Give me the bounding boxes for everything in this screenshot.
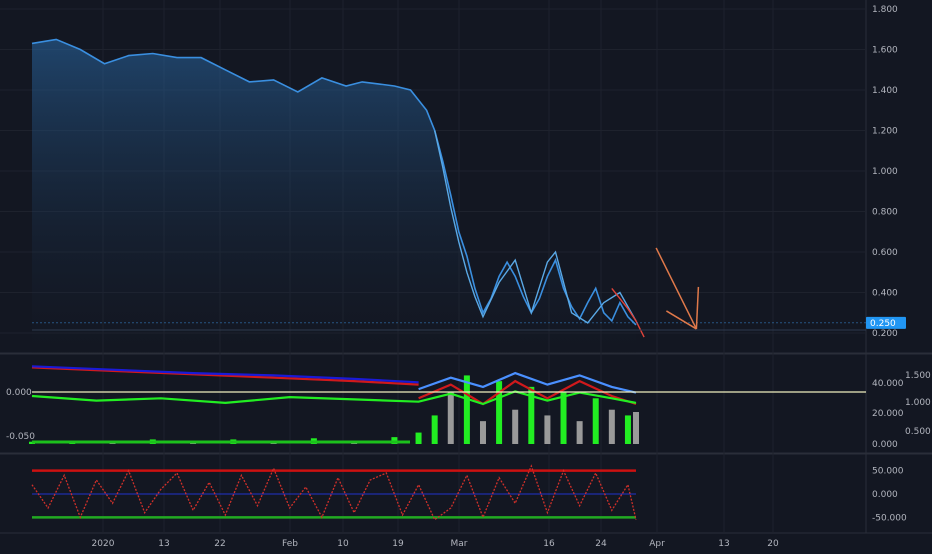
indicator1-left-tick: -0.050	[6, 432, 35, 442]
x-tick-label: Mar	[451, 539, 468, 549]
volume-bar	[592, 398, 599, 444]
indicator2-y-tick: 0.000	[872, 490, 898, 500]
price-y-tick-label: 1.800	[872, 5, 898, 15]
volume-bar	[576, 421, 583, 444]
price-y-tick-label: 1.200	[872, 127, 898, 137]
volume-bar	[431, 415, 438, 444]
indicator1-right-tick-secondary: 0.500	[905, 427, 931, 437]
chart-canvas: 2020 13 22 Feb 10 19 Mar 16 24 Apr 13 20 1.800 1.600 1…	[0, 0, 932, 550]
price-y-tick-label: 1.600	[872, 46, 898, 56]
x-tick-label: 13	[718, 539, 729, 549]
price-y-tick-label: 1.000	[872, 167, 898, 177]
volume-bar	[560, 392, 567, 444]
indicator1-right-tick-secondary: 1.500	[905, 371, 931, 381]
x-tick-label: 2020	[92, 539, 115, 549]
price-y-tick-label: 0.600	[872, 248, 898, 258]
volume-bar	[463, 375, 470, 444]
volume-bar	[544, 415, 551, 444]
x-tick-label: 16	[543, 539, 555, 549]
volume-bar	[512, 409, 519, 444]
volume-bar	[608, 409, 615, 444]
price-y-tick-label: 0.400	[872, 289, 898, 299]
volume-bar	[415, 432, 422, 444]
indicator1-right-tick: 0.000	[872, 440, 898, 450]
indicator1-right-tick: 40.000	[872, 379, 904, 389]
volume-bar	[447, 392, 454, 444]
x-tick-label: 24	[595, 539, 607, 549]
indicator2-y-tick: -50.000	[872, 513, 907, 523]
chart-area: 2020 13 22 Feb 10 19 Mar 16 24 Apr 13 20 1.800 1.600 1…	[0, 0, 932, 550]
x-tick-label: 10	[337, 539, 349, 549]
indicator1-right-tick-secondary: 1.000	[905, 398, 931, 408]
last-price-label: 0.250	[870, 319, 896, 329]
price-y-tick-label: 1.400	[872, 86, 898, 96]
x-tick-label: 22	[214, 539, 225, 549]
x-tick-label: Apr	[649, 539, 665, 549]
indicator1-right-tick: 20.000	[872, 409, 904, 419]
x-tick-label: 20	[767, 539, 779, 549]
volume-bar	[624, 415, 631, 444]
x-tick-label: 13	[158, 539, 169, 549]
price-y-tick-label: 0.200	[872, 329, 898, 339]
volume-bar	[633, 412, 639, 444]
x-tick-label: 19	[392, 539, 404, 549]
price-y-tick-label: 0.800	[872, 208, 898, 218]
x-tick-label: Feb	[282, 539, 298, 549]
indicator2-y-tick: 50.000	[872, 467, 904, 477]
indicator1-left-tick: 0.000	[6, 388, 32, 398]
volume-bar	[479, 421, 486, 444]
